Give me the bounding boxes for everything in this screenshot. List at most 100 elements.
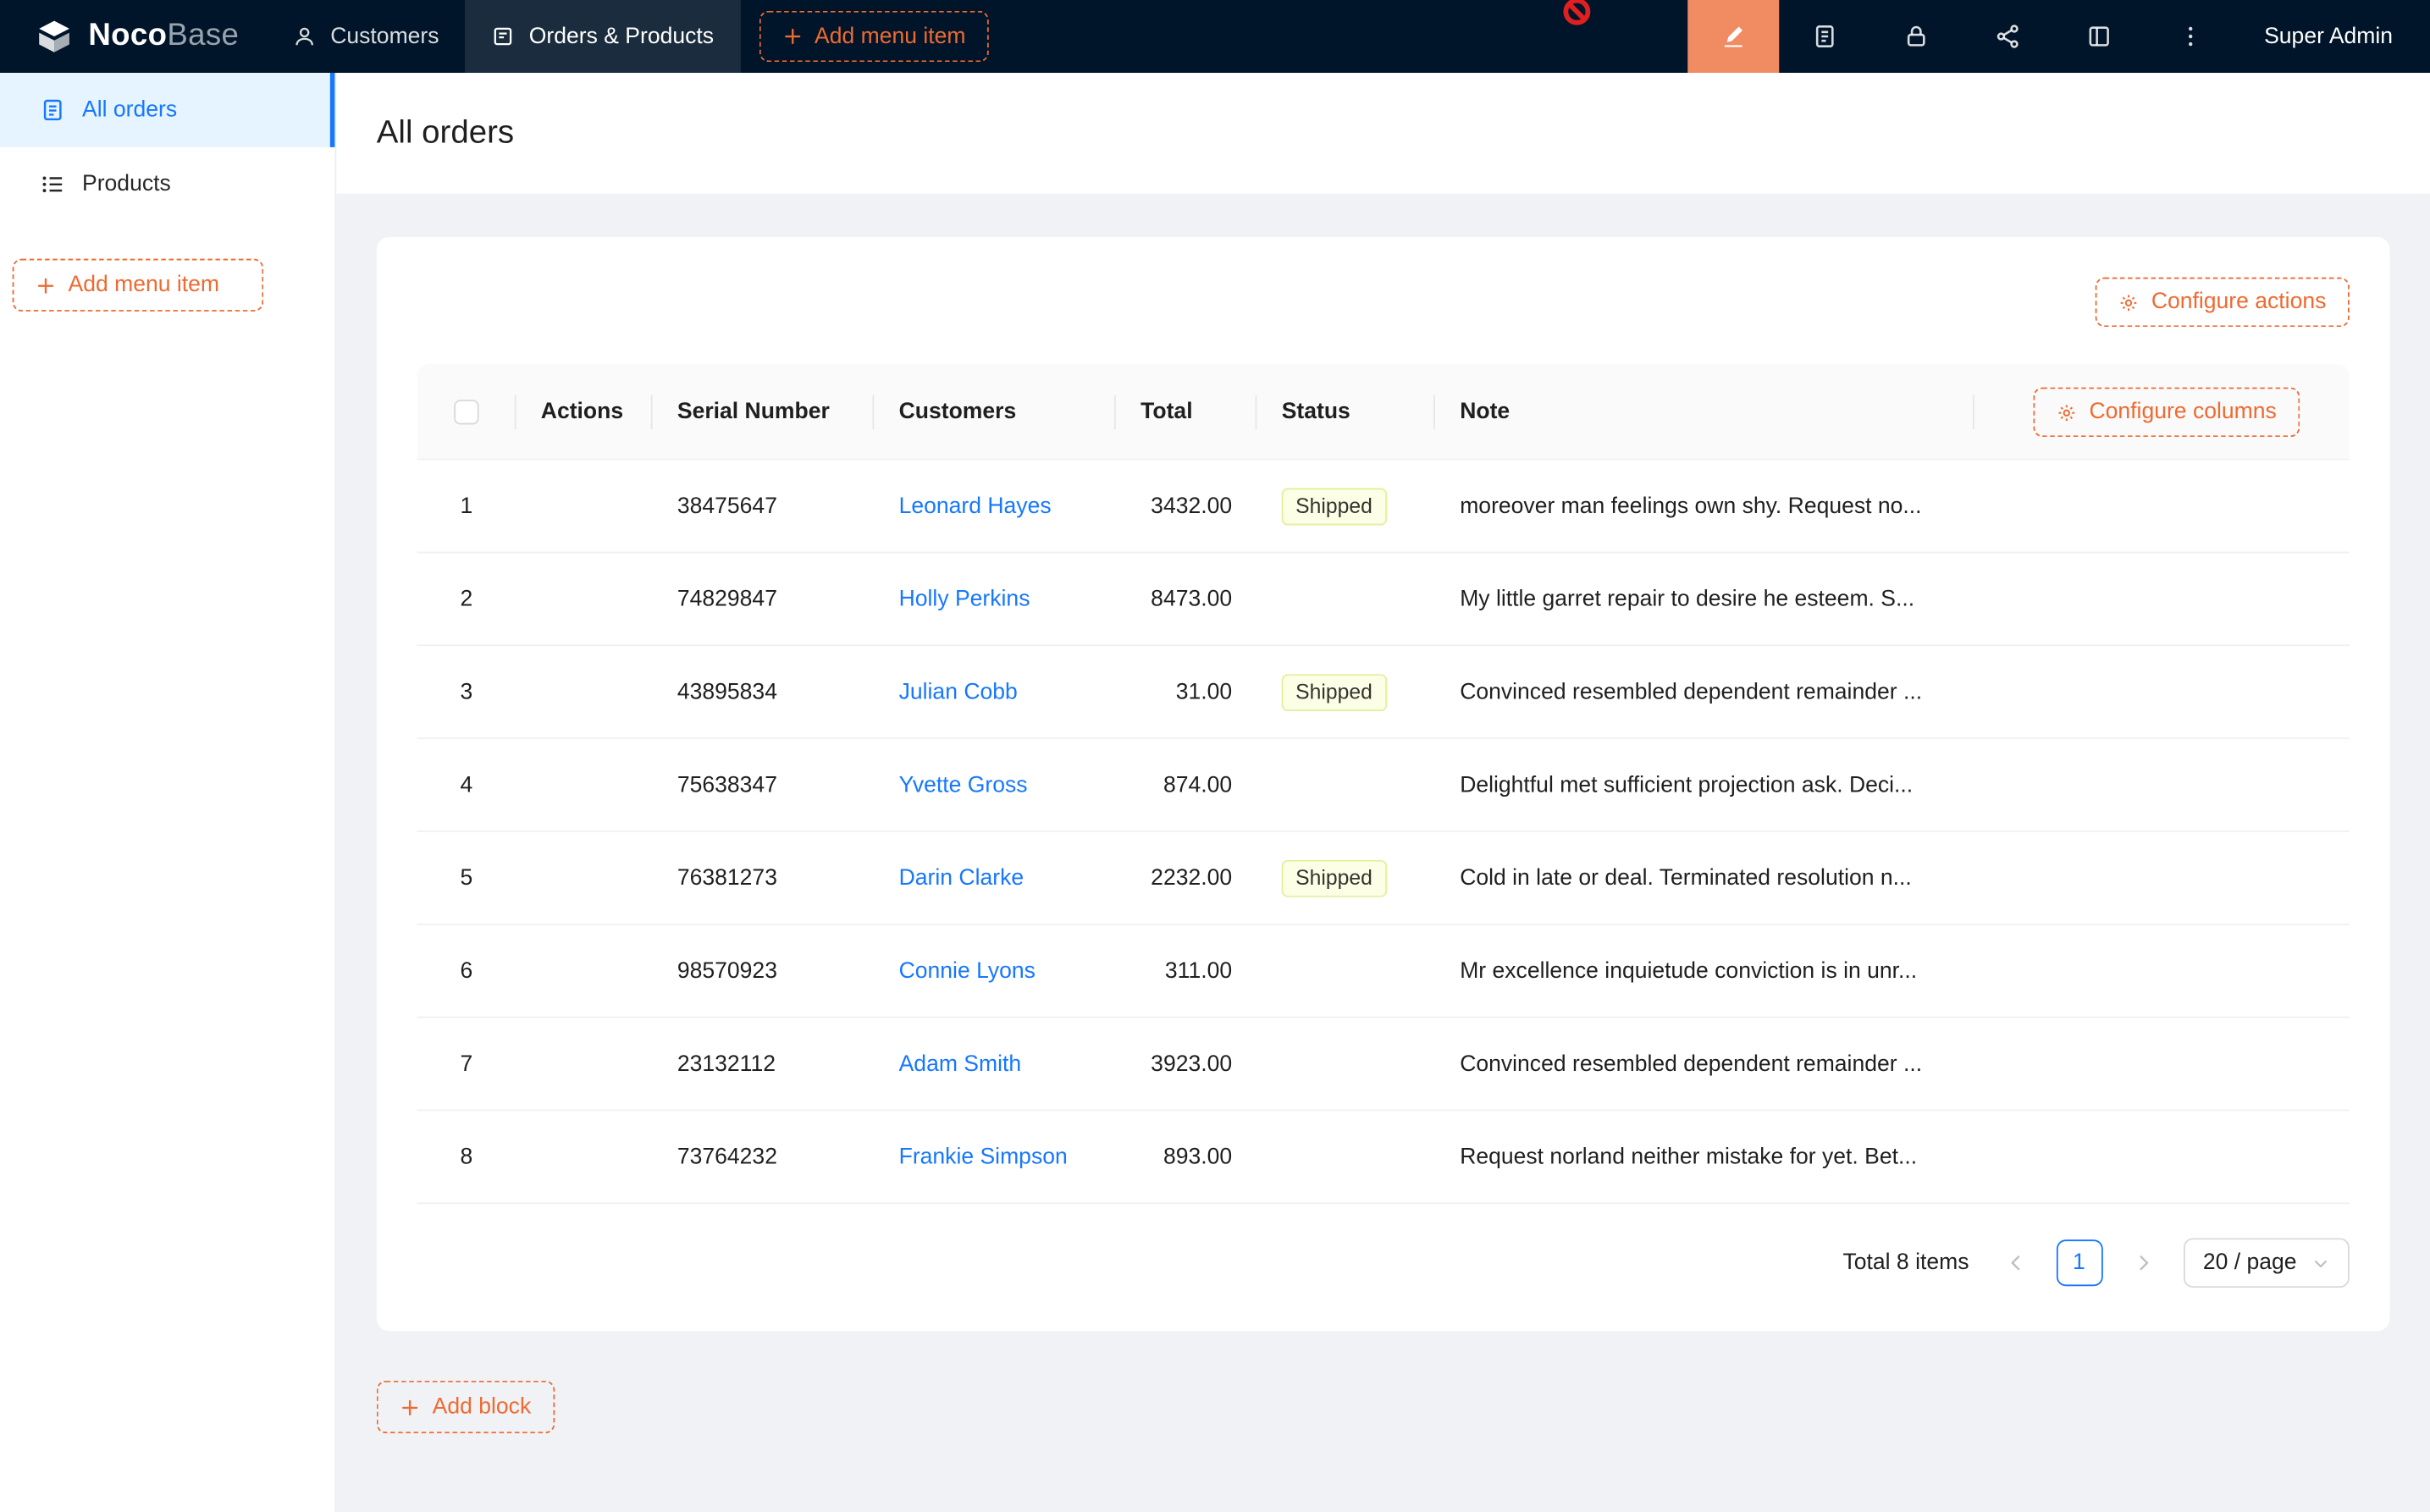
chevron-right-icon	[2134, 1254, 2152, 1272]
note-cell: Delightful met sufficient projection ask…	[1435, 772, 1974, 797]
column-header-serial-number: Serial Number	[653, 364, 875, 460]
api-doc-button[interactable]	[1779, 0, 1870, 73]
share-nodes-icon	[1995, 23, 2021, 49]
sidebar-item-label: All orders	[82, 97, 177, 122]
layout-button[interactable]	[2053, 0, 2145, 73]
page-size-select[interactable]: 20 / page	[2183, 1238, 2350, 1288]
status-cell: Shipped	[1256, 488, 1434, 525]
page-header: All orders	[336, 73, 2430, 194]
gear-icon	[2118, 292, 2139, 312]
row-index: 4	[417, 772, 516, 797]
table-header-row: Actions Serial Number Customers Total St…	[417, 364, 2349, 460]
note-cell: Mr excellence inquietude conviction is i…	[1435, 958, 1974, 983]
customer-cell: Yvette Gross	[874, 772, 1116, 797]
nav-tab-orders-products[interactable]: Orders & Products	[466, 0, 740, 73]
sidebar-item-products[interactable]: Products	[0, 147, 334, 222]
note-cell: Convinced resembled dependent remainder …	[1435, 680, 1974, 704]
brand[interactable]: NocoBase	[0, 16, 267, 57]
nav-tab-customers[interactable]: Customers	[267, 0, 465, 73]
serial-number-cell: 75638347	[653, 772, 875, 797]
user-menu[interactable]: Super Admin	[2236, 24, 2430, 48]
navbar-actions: Super Admin	[1687, 0, 2430, 73]
sidebar-item-all-orders[interactable]: All orders	[0, 73, 334, 147]
customer-link[interactable]: Frankie Simpson	[899, 1145, 1068, 1169]
more-button[interactable]	[2145, 0, 2236, 73]
total-cell: 874.00	[1116, 772, 1257, 797]
total-cell: 311.00	[1116, 958, 1257, 983]
customer-cell: Frankie Simpson	[874, 1145, 1116, 1169]
add-menu-item-button-sidebar[interactable]: Add menu item	[13, 259, 264, 312]
table-row: 2 74829847 Holly Perkins 8473.00 My litt…	[417, 553, 2349, 646]
status-cell: Shipped	[1256, 673, 1434, 710]
plus-icon	[36, 275, 56, 295]
sidebar: All orders Products Add menu item	[0, 73, 336, 1512]
select-all-checkbox[interactable]	[454, 400, 478, 424]
customer-cell: Holly Perkins	[874, 587, 1116, 611]
access-control-button[interactable]	[1870, 0, 1962, 73]
serial-number-cell: 73764232	[653, 1145, 875, 1169]
serial-number-cell: 38475647	[653, 494, 875, 518]
next-page-button[interactable]	[2119, 1239, 2166, 1286]
customer-link[interactable]: Julian Cobb	[899, 680, 1018, 704]
row-index: 5	[417, 865, 516, 890]
page-title: All orders	[377, 114, 514, 152]
customer-cell: Adam Smith	[874, 1051, 1116, 1076]
customer-link[interactable]: Connie Lyons	[899, 958, 1036, 983]
column-header-actions: Actions	[516, 364, 653, 460]
serial-number-cell: 76381273	[653, 865, 875, 890]
note-cell: moreover man feelings own shy. Request n…	[1435, 494, 1974, 518]
customer-link[interactable]: Darin Clarke	[899, 865, 1024, 890]
row-index: 6	[417, 958, 516, 983]
lock-icon	[1903, 23, 1930, 49]
note-cell: Request norland neither mistake for yet.…	[1435, 1145, 1974, 1169]
customer-link[interactable]: Yvette Gross	[899, 772, 1028, 797]
nav-tabs: Customers Orders & Products Add menu ite…	[267, 0, 989, 73]
customer-cell: Darin Clarke	[874, 865, 1116, 890]
pagination: Total 8 items 1 20 / page	[417, 1238, 2349, 1288]
page-content: Configure actions Actions Serial Number …	[336, 194, 2430, 1433]
orders-table-card: Configure actions Actions Serial Number …	[377, 237, 2390, 1331]
gear-icon	[2057, 402, 2077, 422]
brand-name: NocoBase	[88, 19, 239, 54]
customer-cell: Leonard Hayes	[874, 494, 1116, 518]
layout-icon	[2086, 23, 2112, 49]
configure-actions-button[interactable]: Configure actions	[2096, 278, 2350, 328]
ui-editor-button[interactable]	[1687, 0, 1779, 73]
add-block-button[interactable]: Add block	[377, 1381, 555, 1433]
top-navbar: NocoBase Customers Orders & Products Add…	[0, 0, 2430, 73]
configure-columns-button[interactable]: Configure columns	[2034, 388, 2300, 438]
row-index: 3	[417, 680, 516, 704]
page-number-button[interactable]: 1	[2056, 1239, 2102, 1286]
serial-number-cell: 98570923	[653, 958, 875, 983]
customer-link[interactable]: Leonard Hayes	[899, 494, 1052, 518]
table-row: 8 73764232 Frankie Simpson 893.00 Reques…	[417, 1111, 2349, 1204]
chevron-left-icon	[2006, 1254, 2024, 1272]
status-badge: Shipped	[1282, 488, 1387, 525]
customer-link[interactable]: Holly Perkins	[899, 587, 1030, 611]
prev-page-button[interactable]	[1992, 1239, 2039, 1286]
total-cell: 8473.00	[1116, 587, 1257, 611]
customer-link[interactable]: Adam Smith	[899, 1051, 1022, 1076]
total-cell: 2232.00	[1116, 865, 1257, 890]
plus-icon	[400, 1397, 420, 1417]
api-nodes-button[interactable]	[1962, 0, 2053, 73]
note-cell: Convinced resembled dependent remainder …	[1435, 1051, 1974, 1076]
table-row: 7 23132112 Adam Smith 3923.00 Convinced …	[417, 1018, 2349, 1112]
add-menu-item-button-navbar[interactable]: Add menu item	[759, 11, 989, 62]
total-cell: 3432.00	[1116, 494, 1257, 518]
row-index: 8	[417, 1145, 516, 1169]
column-header-select	[417, 364, 516, 460]
list-icon	[41, 172, 65, 196]
orders-table: Actions Serial Number Customers Total St…	[417, 364, 2349, 1204]
status-badge: Shipped	[1282, 673, 1387, 710]
status-cell: Shipped	[1256, 859, 1434, 897]
serial-number-cell: 74829847	[653, 587, 875, 611]
pagination-total: Total 8 items	[1842, 1250, 1969, 1275]
column-header-configure: Configure columns	[1974, 364, 2350, 460]
app-root: NocoBase Customers Orders & Products Add…	[0, 0, 2430, 1512]
total-cell: 31.00	[1116, 680, 1257, 704]
total-cell: 3923.00	[1116, 1051, 1257, 1076]
orders-file-icon	[41, 97, 65, 122]
note-cell: Cold in late or deal. Terminated resolut…	[1435, 865, 1974, 890]
total-cell: 893.00	[1116, 1145, 1257, 1169]
